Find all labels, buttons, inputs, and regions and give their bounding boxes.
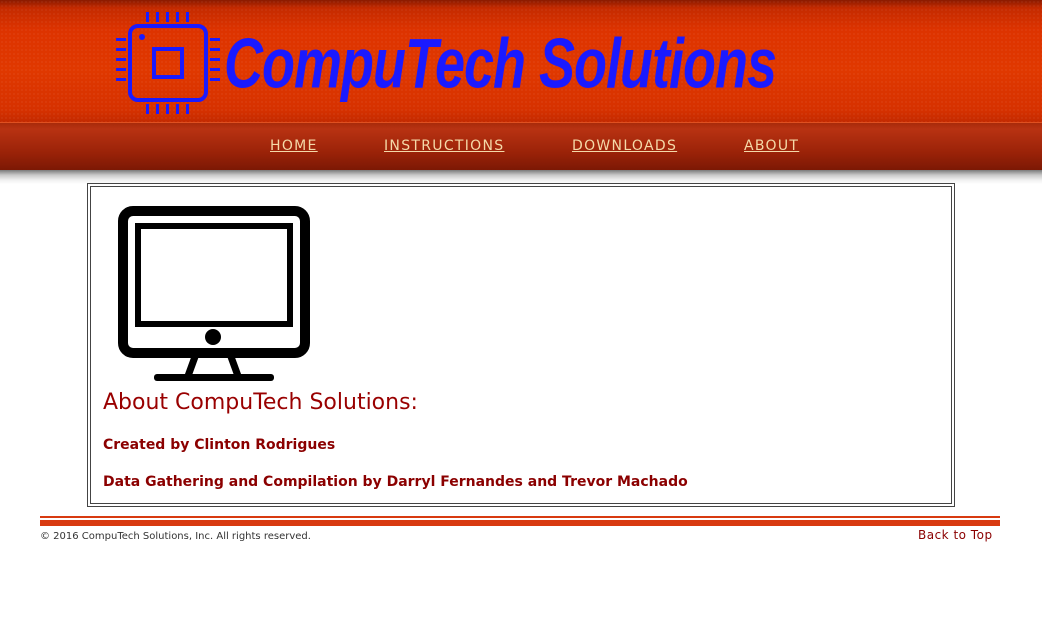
monitor-icon: [118, 206, 310, 381]
footer-divider: [40, 516, 1000, 526]
logo-text[interactable]: CompuTech Solutions: [224, 24, 777, 105]
chip-icon[interactable]: [116, 12, 220, 114]
nav-shadow: [0, 170, 1042, 184]
nav-about-link[interactable]: ABOUT: [744, 138, 799, 154]
copyright-text: © 2016 CompuTech Solutions, Inc. All rig…: [40, 531, 311, 542]
nav-downloads-link[interactable]: DOWNLOADS: [572, 138, 677, 154]
about-credit-line: Created by Clinton Rodrigues: [103, 437, 336, 453]
back-to-top-link[interactable]: Back to Top: [918, 528, 993, 542]
about-credit-line: Data Gathering and Compilation by Darryl…: [103, 474, 688, 490]
nav-bar: [0, 122, 1042, 171]
nav-home-link[interactable]: HOME: [270, 138, 318, 154]
about-title: About CompuTech Solutions:: [103, 390, 418, 415]
nav-instructions-link[interactable]: INSTRUCTIONS: [384, 138, 504, 154]
